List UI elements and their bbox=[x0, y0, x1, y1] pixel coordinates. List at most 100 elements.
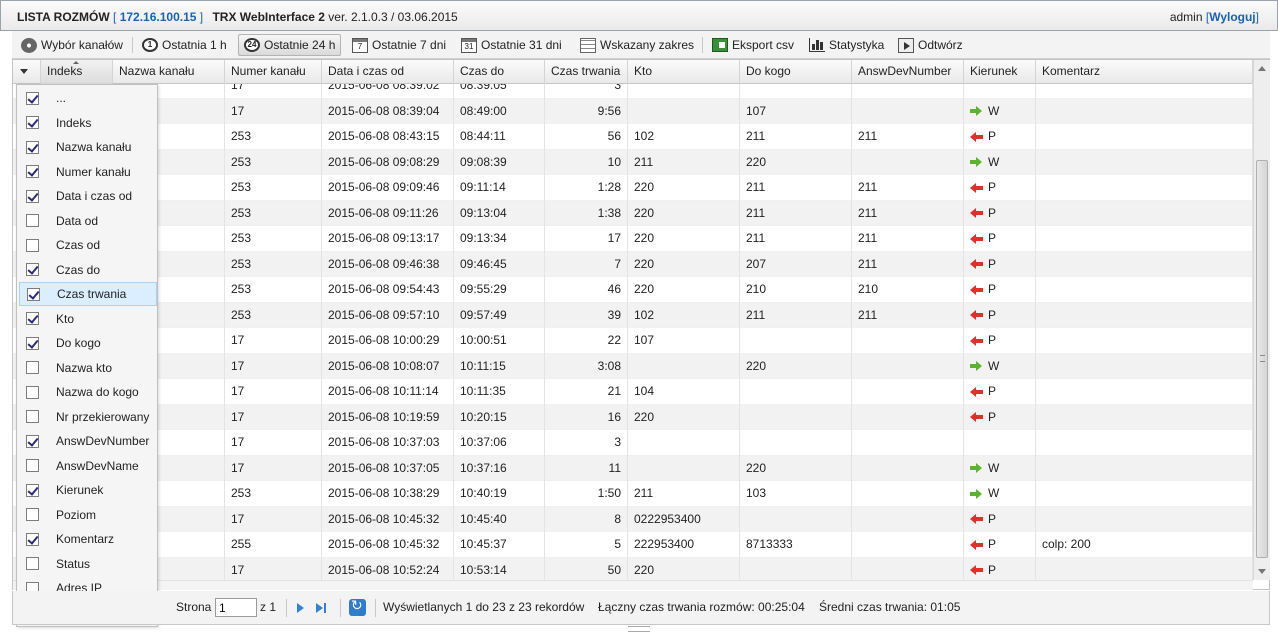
col-channel-number[interactable]: Numer kanału bbox=[225, 60, 322, 84]
column-menu-item[interactable]: Czas trwania bbox=[19, 282, 157, 306]
column-menu-item[interactable]: Czas od bbox=[19, 233, 157, 257]
cell-start: 2015-06-08 09:09:46 bbox=[322, 175, 454, 201]
column-checkbox[interactable] bbox=[26, 385, 39, 399]
resize-grip[interactable] bbox=[628, 626, 650, 632]
column-checkbox[interactable] bbox=[26, 214, 39, 227]
date-range-button[interactable]: Wskazany zakres bbox=[575, 34, 699, 56]
cell-start: 2015-06-08 10:45:32 bbox=[322, 532, 454, 558]
column-checkbox[interactable] bbox=[26, 312, 39, 325]
col-channel-name[interactable]: Nazwa kanału bbox=[113, 60, 225, 84]
cell-from: 220 bbox=[628, 200, 740, 226]
column-menu-item[interactable]: AnswDevName bbox=[19, 454, 157, 478]
play-button[interactable]: Odtwórz bbox=[893, 34, 968, 56]
column-checkbox[interactable] bbox=[26, 459, 39, 472]
table-row[interactable]: 17 2015-06-08 08:39:02 08:39:05 3 bbox=[13, 84, 1253, 99]
scroll-thumb[interactable] bbox=[1256, 160, 1268, 558]
scroll-down-icon[interactable] bbox=[1258, 569, 1266, 574]
refresh-icon[interactable] bbox=[349, 598, 366, 616]
channel-select-button[interactable]: Wybór kanałów bbox=[16, 34, 128, 56]
col-comment[interactable]: Komentarz bbox=[1036, 60, 1253, 84]
col-from[interactable]: Kto bbox=[628, 60, 740, 84]
table-row[interactable]: nsCAP2532015-06-08 09:13:1709:13:3417220… bbox=[13, 226, 1253, 252]
last-31d-button[interactable]: 31 Ostatnie 31 dni bbox=[456, 34, 567, 56]
next-page-icon[interactable] bbox=[293, 600, 309, 616]
last-page-icon[interactable] bbox=[313, 600, 329, 616]
col-to[interactable]: Do kogo bbox=[740, 60, 852, 84]
logout-link[interactable]: Wyloguj bbox=[1209, 10, 1255, 24]
col-end[interactable]: Czas do bbox=[454, 60, 545, 84]
cell-duration: 3:08 bbox=[545, 353, 628, 379]
table-row[interactable]: nsCAP2532015-06-08 09:54:4309:55:2946220… bbox=[13, 277, 1253, 303]
statistics-button[interactable]: Statystyka bbox=[804, 34, 889, 56]
column-menu-item[interactable]: Indeks bbox=[19, 111, 157, 135]
column-checkbox[interactable] bbox=[26, 532, 39, 546]
column-checkbox[interactable] bbox=[26, 91, 39, 105]
table-row[interactable]: 17 2015-06-08 10:37:05 10:37:16 11 220 W bbox=[13, 455, 1253, 481]
column-checkbox[interactable] bbox=[26, 116, 39, 129]
column-menu-item[interactable]: Komentarz bbox=[19, 527, 157, 551]
export-csv-button[interactable]: Eksport csv bbox=[707, 34, 799, 56]
table-row[interactable]: 17 2015-06-08 10:08:07 10:11:15 3:08 220 W bbox=[13, 353, 1253, 379]
last-1h-button[interactable]: 1 Ostatnia 1 h bbox=[137, 34, 232, 56]
column-menu-item[interactable]: Nazwa kto bbox=[19, 356, 157, 380]
column-checkbox[interactable] bbox=[26, 238, 39, 252]
table-row[interactable]: nsCAP2532015-06-08 09:09:4609:11:141:282… bbox=[13, 175, 1253, 201]
table-row[interactable]: 17 2015-06-08 10:52:24 10:53:14 50 220 P bbox=[13, 557, 1253, 580]
column-checkbox[interactable] bbox=[26, 361, 39, 374]
column-checkbox[interactable] bbox=[26, 140, 39, 154]
column-menu-item[interactable]: Data i czas od bbox=[19, 184, 157, 208]
col-direction[interactable]: Kierunek bbox=[964, 60, 1036, 84]
column-checkbox[interactable] bbox=[26, 483, 39, 497]
column-menu-item[interactable]: Czas do bbox=[19, 258, 157, 282]
pager-separator bbox=[340, 599, 341, 617]
page-input[interactable] bbox=[215, 598, 257, 617]
column-menu-item[interactable]: Kierunek bbox=[19, 478, 157, 502]
column-checkbox[interactable] bbox=[26, 434, 39, 448]
horizontal-scrollbar[interactable] bbox=[13, 580, 1253, 590]
table-row[interactable]: 255 2015-06-08 10:45:32 10:45:37 5 222953400… bbox=[13, 532, 1253, 558]
table-row[interactable]: nsCAP2532015-06-08 09:08:2909:08:3910211… bbox=[13, 149, 1253, 175]
column-menu-item[interactable]: Do kogo bbox=[19, 331, 157, 355]
table-row[interactable]: 17 2015-06-08 10:00:29 10:00:51 22 107 P bbox=[13, 328, 1253, 354]
column-menu-item[interactable]: Nazwa kanału bbox=[19, 135, 157, 159]
column-menu-item[interactable]: Nr przekierowany bbox=[19, 405, 157, 429]
column-menu-item[interactable]: Numer kanału bbox=[19, 160, 157, 184]
column-checkbox[interactable] bbox=[26, 410, 39, 423]
scroll-up-icon[interactable] bbox=[1258, 66, 1266, 71]
table-row[interactable]: 17 2015-06-08 08:39:04 08:49:00 9:56 107 W bbox=[13, 98, 1253, 124]
col-start[interactable]: Data i czas od bbox=[322, 60, 454, 84]
last-7d-button[interactable]: 7 Ostatnie 7 dni bbox=[347, 34, 451, 56]
column-menu-label: ... bbox=[56, 91, 67, 105]
last-24h-button[interactable]: 24 Ostatnie 24 h bbox=[238, 34, 342, 56]
table-row[interactable]: 17 2015-06-08 10:37:03 10:37:06 3 bbox=[13, 430, 1253, 456]
column-menu-item[interactable]: Nazwa do kogo bbox=[19, 380, 157, 404]
table-row[interactable]: 17 2015-06-08 10:45:32 10:45:40 8 0222953400… bbox=[13, 506, 1253, 532]
column-menu-toggle[interactable] bbox=[13, 60, 41, 84]
col-duration[interactable]: Czas trwania bbox=[545, 60, 628, 84]
column-menu-item[interactable]: Status bbox=[19, 552, 157, 576]
column-checkbox[interactable] bbox=[26, 165, 39, 178]
column-menu-item[interactable]: Data od bbox=[19, 209, 157, 233]
column-checkbox[interactable] bbox=[26, 189, 39, 203]
column-menu-item[interactable]: Poziom bbox=[19, 503, 157, 527]
table-row[interactable]: nsCAP2532015-06-08 09:46:3809:46:4572202… bbox=[13, 251, 1253, 277]
table-row[interactable]: 17 2015-06-08 10:19:59 10:20:15 16 220 P bbox=[13, 404, 1253, 430]
table-row[interactable]: nsCAP2532015-06-08 08:43:1508:44:1156102… bbox=[13, 124, 1253, 150]
table-row[interactable]: nsCAP2532015-06-08 10:38:2910:40:191:502… bbox=[13, 481, 1253, 507]
column-menu-item[interactable]: Kto bbox=[19, 307, 157, 331]
col-answ-dev-number[interactable]: AnswDevNumber bbox=[852, 60, 964, 84]
clock-icon-number: 24 bbox=[247, 40, 257, 49]
column-checkbox[interactable] bbox=[27, 287, 40, 301]
col-index[interactable]: Indeks bbox=[41, 60, 113, 84]
column-menu-item[interactable]: AnswDevNumber bbox=[19, 429, 157, 453]
cell-to bbox=[740, 84, 852, 99]
vertical-scrollbar[interactable] bbox=[1253, 60, 1270, 580]
column-menu-item[interactable]: ... bbox=[19, 86, 157, 110]
table-row[interactable]: 17 2015-06-08 10:11:14 10:11:35 21 104 P bbox=[13, 379, 1253, 405]
column-checkbox[interactable] bbox=[26, 263, 39, 276]
column-checkbox[interactable] bbox=[26, 336, 39, 350]
table-row[interactable]: nsCAP2532015-06-08 09:57:1009:57:4939102… bbox=[13, 302, 1253, 328]
table-row[interactable]: nsCAP2532015-06-08 09:11:2609:13:041:382… bbox=[13, 200, 1253, 226]
column-checkbox[interactable] bbox=[26, 557, 39, 570]
column-checkbox[interactable] bbox=[26, 508, 39, 521]
